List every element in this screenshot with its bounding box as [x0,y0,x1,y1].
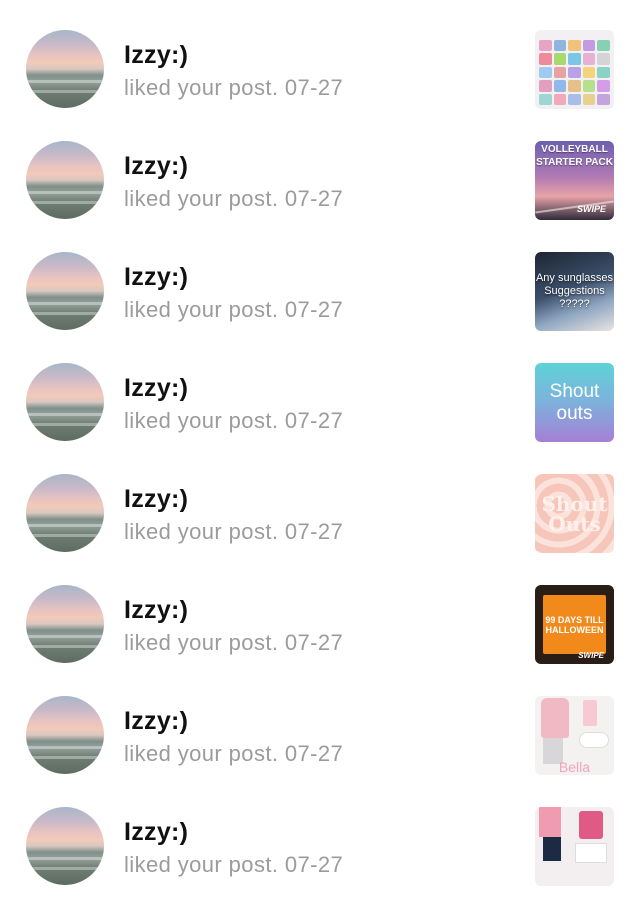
thumbnail-caption: Shout Outs [541,491,608,536]
notification-text: liked your post. 07-27 [124,186,343,212]
action-text: liked your post. [124,519,279,544]
user-name[interactable]: Izzy:) [124,485,188,514]
brand-logo: SWIPE [576,204,606,214]
user-avatar[interactable] [26,585,104,663]
notification-row[interactable]: Izzy:) liked your post. 07-27 99 DAYS TI… [0,585,640,695]
post-thumbnail[interactable]: VOLLEYBALL STARTER PACK SWIPE [535,141,614,220]
thumbnail-caption: Shout outs [549,380,600,424]
post-thumbnail[interactable]: Any sunglasses Suggestions ????? [535,252,614,331]
notification-text: liked your post. 07-27 [124,408,343,434]
user-name[interactable]: Izzy:) [124,41,188,70]
action-text: liked your post. [124,408,279,433]
thumbnail-caption: Bella [558,759,591,775]
post-thumbnail[interactable]: Bella [535,696,614,775]
user-avatar[interactable] [26,363,104,441]
notification-date: 07-27 [284,408,344,433]
notification-date: 07-27 [284,519,344,544]
action-text: liked your post. [124,75,279,100]
notification-row[interactable]: Izzy:) liked your post. 07-27 Any sungla… [0,252,640,362]
post-thumbnail[interactable]: Shout Outs [535,474,614,553]
post-thumbnail[interactable]: Shout outs [535,363,614,442]
notification-row[interactable]: Izzy:) liked your post. 07-27 [0,807,640,917]
notification-text: liked your post. 07-27 [124,297,343,323]
user-name[interactable]: Izzy:) [124,263,188,292]
user-name[interactable]: Izzy:) [124,152,188,181]
notification-date: 07-27 [284,630,344,655]
user-avatar[interactable] [26,696,104,774]
user-name[interactable]: Izzy:) [124,596,188,625]
notification-text: liked your post. 07-27 [124,630,343,656]
notification-text: liked your post. 07-27 [124,741,343,767]
thumbnail-caption: Any sunglasses Suggestions ????? [535,272,614,310]
post-thumbnail[interactable] [535,807,614,886]
notification-date: 07-27 [284,741,344,766]
notification-text: liked your post. 07-27 [124,519,343,545]
notification-date: 07-27 [284,186,344,211]
notification-row[interactable]: Izzy:) liked your post. 07-27 Bella [0,696,640,806]
user-name[interactable]: Izzy:) [124,818,188,847]
thumbnail-caption: VOLLEYBALL STARTER PACK [536,144,613,168]
user-avatar[interactable] [26,30,104,108]
user-name[interactable]: Izzy:) [124,707,188,736]
notification-row[interactable]: Izzy:) liked your post. 07-27 [0,30,640,140]
notification-date: 07-27 [284,297,344,322]
brand-logo: SWIPE [578,651,604,660]
thumbnail-caption: 99 DAYS TILL HALLOWEEN [543,595,606,654]
post-thumbnail[interactable] [535,30,614,109]
user-avatar[interactable] [26,474,104,552]
action-text: liked your post. [124,297,279,322]
user-avatar[interactable] [26,807,104,885]
action-text: liked your post. [124,741,279,766]
notification-row[interactable]: Izzy:) liked your post. 07-27 Shout outs [0,363,640,473]
notification-row[interactable]: Izzy:) liked your post. 07-27 VOLLEYBALL… [0,141,640,251]
user-name[interactable]: Izzy:) [124,374,188,403]
post-thumbnail[interactable]: 99 DAYS TILL HALLOWEEN SWIPE [535,585,614,664]
user-avatar[interactable] [26,252,104,330]
notification-row[interactable]: Izzy:) liked your post. 07-27 Shout Outs [0,474,640,584]
action-text: liked your post. [124,630,279,655]
notification-text: liked your post. 07-27 [124,75,343,101]
user-avatar[interactable] [26,141,104,219]
notification-date: 07-27 [284,75,344,100]
action-text: liked your post. [124,186,279,211]
